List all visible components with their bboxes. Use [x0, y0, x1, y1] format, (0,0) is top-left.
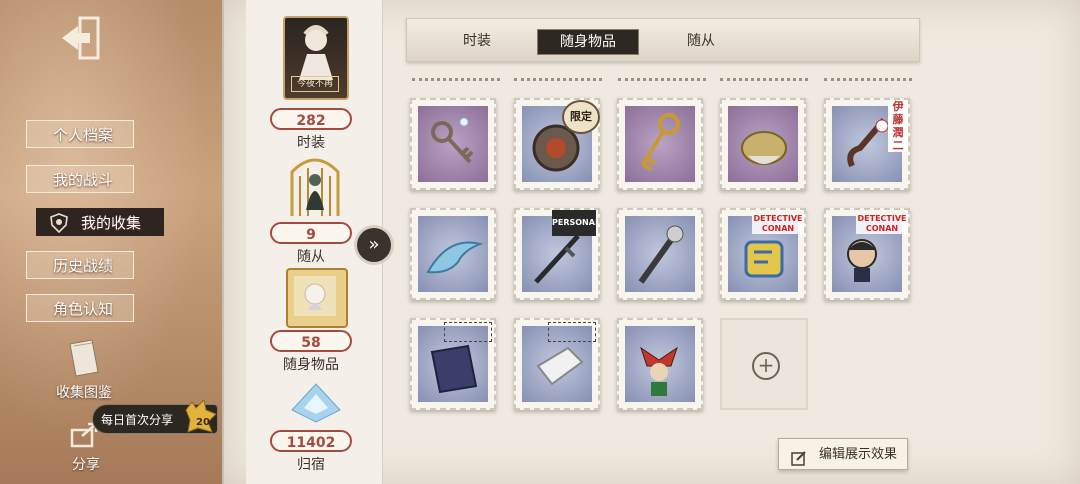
pencil-icon [791, 447, 807, 466]
item-stamp-conan-scroll[interactable]: DETECTIVE CONAN [720, 208, 806, 300]
item-count: 58 [270, 330, 352, 352]
book-icon[interactable] [66, 338, 102, 378]
item-stamp-golden-key[interactable] [617, 98, 703, 190]
item-label: 随身物品 [283, 357, 339, 373]
item-stamp-dolphin[interactable] [410, 208, 496, 300]
conan-badge-2: DETECTIVE CONAN [856, 214, 908, 234]
nav-my-collection-label: 我的收集 [81, 214, 142, 232]
item-stamp-pipa[interactable]: 伊藤潤二 [824, 98, 910, 190]
costume-portrait[interactable]: 今夜不再 [283, 16, 349, 100]
nav-my-collection[interactable]: 我的收集 [36, 208, 164, 236]
category-tabs: 时装 随身物品 随从 [406, 18, 920, 62]
nav-personal-file[interactable]: 个人档案 [26, 120, 134, 148]
expand-arrow-icon[interactable]: » [357, 228, 391, 262]
edit-display-button[interactable]: 编辑展示效果 [778, 438, 908, 470]
ito-badge: 伊藤潤二 [888, 100, 908, 152]
home-label: 归宿 [297, 457, 325, 473]
item-stamp-jester[interactable] [617, 318, 703, 410]
nav-my-battle[interactable]: 我的战斗 [26, 165, 134, 193]
stamp-partial [514, 68, 602, 81]
collection-guide-label[interactable]: 收集图鉴 [56, 382, 112, 402]
exit-icon[interactable] [58, 14, 104, 62]
edit-display-label: 编辑展示效果 [819, 447, 898, 462]
item-stamp-pufferfish[interactable] [720, 98, 806, 190]
costume-label: 时装 [297, 135, 325, 151]
logo-badge-2 [548, 322, 596, 342]
costume-count: 282 [270, 108, 352, 130]
stamp-partial [618, 68, 706, 81]
item-portrait[interactable] [286, 268, 348, 328]
follower-label: 随从 [297, 249, 325, 265]
limited-badge: 限定 [562, 100, 600, 134]
persona5-badge: PERSONA5 [552, 210, 596, 236]
home-count: 11402 [270, 430, 352, 452]
shield-icon [49, 213, 69, 234]
share-label[interactable]: 分享 [72, 454, 100, 474]
tab-followers[interactable]: 随从 [671, 29, 731, 53]
item-stamp-sawblade[interactable]: 限定 [514, 98, 600, 190]
plus-icon: + [752, 352, 780, 380]
logo-badge [444, 322, 492, 342]
nav-history-record[interactable]: 历史战绩 [26, 251, 134, 279]
tab-costume[interactable]: 时装 [447, 29, 507, 53]
item-stamp-persona-knife[interactable]: PERSONA5 [514, 208, 600, 300]
follower-portrait[interactable] [284, 152, 346, 232]
item-stamp-key[interactable] [410, 98, 496, 190]
reward-coin-icon: 20 [182, 398, 218, 434]
stamp-partial [412, 68, 500, 81]
tab-items[interactable]: 随身物品 [537, 29, 639, 55]
item-stamp-conan-figure[interactable]: DETECTIVE CONAN [824, 208, 910, 300]
stamp-partial [720, 68, 808, 81]
add-item-slot[interactable]: + [720, 318, 808, 410]
home-portrait[interactable] [288, 380, 344, 424]
costume-name: 今夜不再 [291, 76, 339, 92]
item-stamp-notebook[interactable] [410, 318, 496, 410]
stamp-partial [824, 68, 912, 81]
item-stamp-paper-bag[interactable] [514, 318, 600, 410]
reward-count: 20 [196, 417, 210, 428]
follower-count: 9 [270, 222, 352, 244]
item-stamp-cane[interactable] [617, 208, 703, 300]
nav-character-cognition[interactable]: 角色认知 [26, 294, 134, 322]
conan-badge: DETECTIVE CONAN [752, 214, 804, 234]
